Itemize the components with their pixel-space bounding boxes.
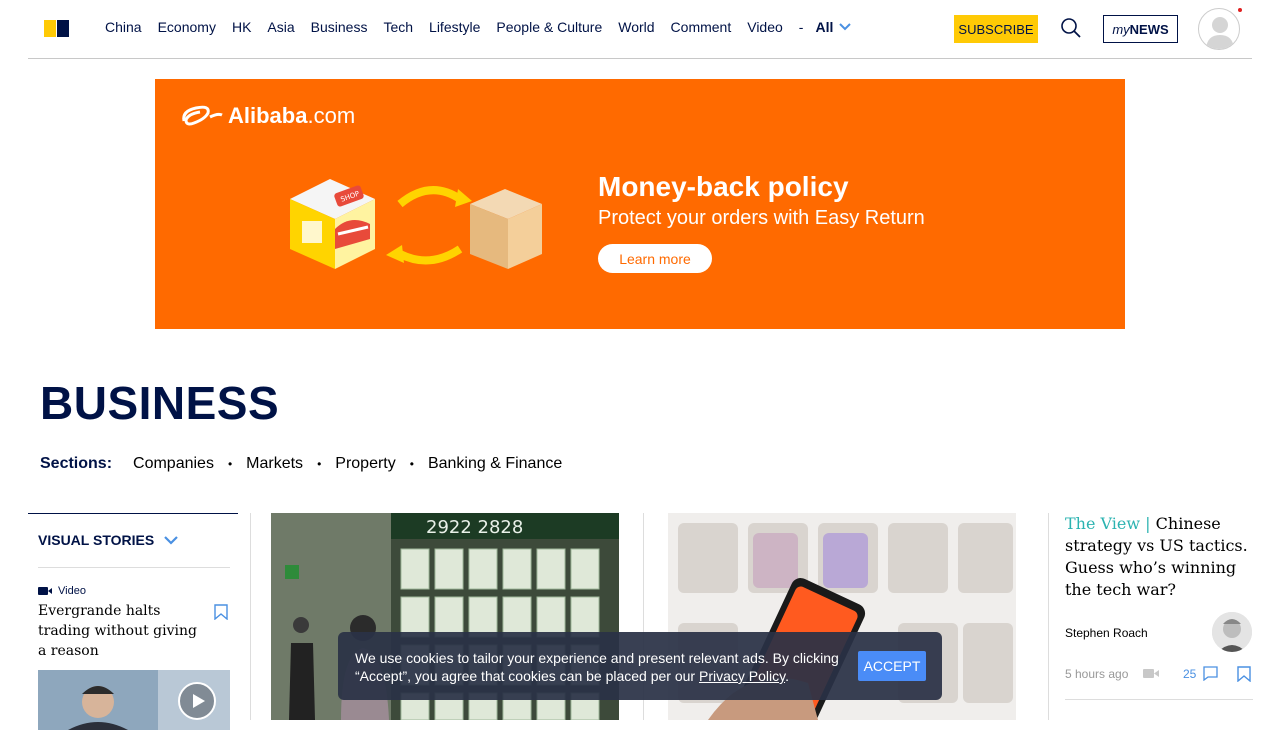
alibaba-mark-icon [182, 105, 223, 126]
opinion-meta: 5 hours ago 25 [1065, 666, 1253, 682]
video-camera-icon [1143, 669, 1159, 678]
mynews-suffix: NEWS [1129, 21, 1169, 37]
video-camera-icon [38, 587, 52, 595]
nav-item-tech[interactable]: Tech [383, 19, 413, 35]
section-separator: • [317, 457, 322, 471]
nav-item-business[interactable]: Business [311, 19, 368, 35]
nav-separator: - [798, 19, 804, 35]
sections-label: Sections: [40, 455, 113, 472]
ad-banner[interactable]: Alibaba.com SHOP Money-back policy Prote… [155, 79, 1125, 329]
nav-item-hk[interactable]: HK [232, 19, 251, 35]
nav-item-video[interactable]: Video [747, 19, 783, 35]
section-link-property[interactable]: Property [335, 455, 395, 473]
ad-brand-suffix: .com [307, 103, 356, 128]
play-button[interactable] [178, 682, 216, 720]
bookmark-icon[interactable] [214, 604, 228, 620]
site-logo[interactable] [44, 20, 69, 37]
comment-count[interactable]: 25 [1183, 667, 1196, 681]
agency-phone-sign: 2922 2828 [426, 517, 523, 538]
author-portrait [1212, 612, 1252, 652]
search-icon[interactable] [1060, 17, 1082, 39]
bookmark-icon[interactable] [1237, 666, 1251, 682]
logo-yellow-block [44, 20, 56, 37]
nav-item-people-culture[interactable]: People & Culture [496, 19, 602, 35]
section-link-banking-finance[interactable]: Banking & Finance [428, 455, 562, 473]
nav-item-comment[interactable]: Comment [671, 19, 732, 35]
video-tag-label: Video [58, 585, 86, 597]
visual-stories-heading: VISUAL STORIES [38, 532, 155, 548]
mynews-prefix: my [1112, 21, 1130, 37]
user-avatar[interactable] [1198, 8, 1240, 50]
site-header: China Economy HK Asia Business Tech Life… [28, 0, 1252, 59]
nav-all-dropdown[interactable]: All [815, 19, 852, 35]
accept-cookies-button[interactable]: ACCEPT [858, 651, 926, 681]
section-separator: • [409, 457, 414, 471]
sections-nav: Sections: Companies • Markets • Property… [40, 455, 562, 473]
notification-dot [1238, 8, 1242, 12]
chevron-down-icon [839, 23, 852, 31]
ad-brand-logo: Alibaba.com [180, 103, 355, 129]
opinion-timestamp: 5 hours ago [1065, 667, 1129, 681]
ad-headline: Money-back policy [598, 171, 849, 202]
section-link-markets[interactable]: Markets [246, 455, 303, 473]
cookie-banner: We use cookies to tailor your experience… [338, 632, 942, 700]
section-separator: • [227, 457, 233, 471]
user-icon [1206, 17, 1234, 49]
cookie-message: We use cookies to tailor your experience… [355, 649, 845, 685]
column-divider [1048, 513, 1049, 720]
mynews-button[interactable]: my NEWS [1103, 15, 1178, 43]
opinion-author[interactable]: Stephen Roach [1065, 626, 1148, 640]
subscribe-button[interactable]: SUBSCRIBE [954, 15, 1038, 43]
nav-item-asia[interactable]: Asia [267, 19, 294, 35]
ad-learn-more-button[interactable]: Learn more [598, 244, 712, 273]
comment-icon[interactable] [1203, 666, 1218, 681]
opinion-kicker: The View | [1065, 514, 1151, 533]
nav-all-label: All [815, 19, 834, 35]
ad-subline: Protect your orders with Easy Return [598, 207, 925, 229]
section-link-companies[interactable]: Companies [133, 455, 214, 473]
nav-item-economy[interactable]: Economy [158, 19, 216, 35]
author-photo [1212, 612, 1252, 652]
opinion-headline[interactable]: The View | Chinese strategy vs US tactic… [1065, 513, 1255, 601]
story-thumbnail[interactable] [38, 670, 230, 730]
column-divider [250, 513, 251, 720]
play-icon [193, 694, 205, 708]
logo-navy-block [57, 20, 69, 37]
chevron-down-icon [164, 535, 178, 545]
nav-item-lifestyle[interactable]: Lifestyle [429, 19, 480, 35]
visual-stories-panel: VISUAL STORIES Video Evergrande halts tr… [28, 513, 238, 730]
page-title: BUSINESS [40, 377, 280, 429]
nav-item-china[interactable]: China [105, 19, 142, 35]
cookie-text-end: . [785, 668, 789, 684]
nav-item-world[interactable]: World [618, 19, 654, 35]
privacy-policy-link[interactable]: Privacy Policy [699, 668, 785, 684]
ad-brand-name: Alibaba [228, 103, 308, 128]
divider [1065, 699, 1253, 700]
main-nav: China Economy HK Asia Business Tech Life… [105, 19, 852, 35]
visual-stories-toggle[interactable]: VISUAL STORIES [38, 532, 178, 548]
video-tag: Video [38, 585, 86, 597]
shop-return-illustration: SHOP [290, 179, 542, 269]
divider [38, 567, 230, 568]
story-headline[interactable]: Evergrande halts trading without giving … [38, 601, 208, 661]
